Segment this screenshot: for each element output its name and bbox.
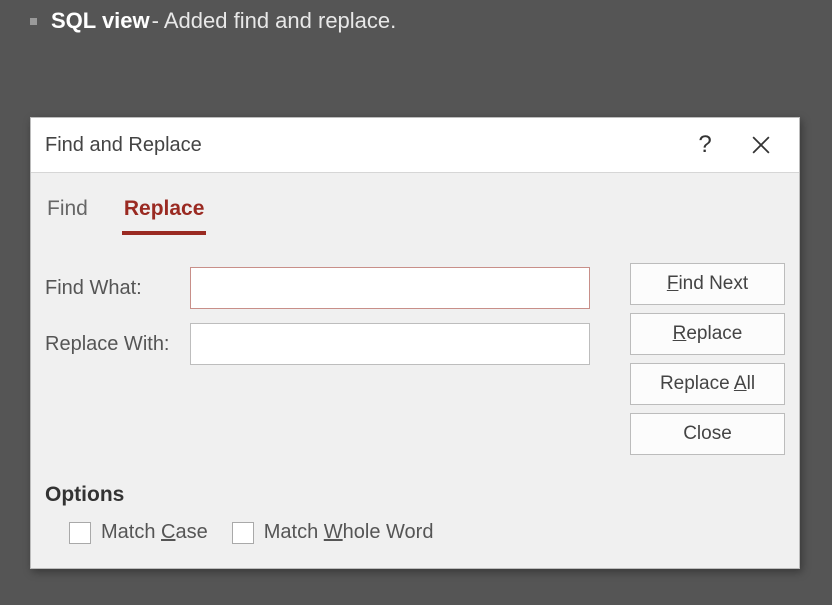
accel: F: [667, 273, 679, 294]
options-heading: Options: [45, 483, 433, 507]
find-replace-dialog: Find and Replace ? Find Replace Find Wha…: [30, 117, 800, 569]
close-icon: [752, 136, 770, 154]
bullet-icon: [30, 18, 37, 25]
replace-with-label: Replace With:: [45, 333, 190, 356]
checkbox-icon: [232, 522, 254, 544]
match-case-checkbox[interactable]: Match Case: [69, 521, 208, 544]
tabs: Find Replace: [31, 173, 799, 235]
find-next-button[interactable]: Find Next: [630, 263, 785, 305]
dialog-title: Find and Replace: [45, 134, 677, 157]
replace-all-button[interactable]: Replace All: [630, 363, 785, 405]
accel: W: [324, 521, 343, 543]
options-checks: Match Case Match Whole Word: [45, 521, 433, 544]
find-what-label: Find What:: [45, 277, 190, 300]
close-button[interactable]: [733, 118, 789, 173]
titlebar: Find and Replace ?: [31, 118, 799, 173]
heading-rest: - Added find and replace.: [152, 8, 397, 34]
help-button[interactable]: ?: [677, 118, 733, 173]
page-heading: SQL view - Added find and replace.: [0, 0, 832, 34]
tab-find[interactable]: Find: [45, 193, 90, 235]
close-dialog-button[interactable]: Close: [630, 413, 785, 455]
match-case-label: Match Case: [101, 521, 208, 544]
button-column: Find Next Replace Replace All Close: [630, 263, 785, 455]
checkbox-icon: [69, 522, 91, 544]
replace-with-input[interactable]: [190, 323, 590, 365]
options-section: Options Match Case Match Whole Word: [45, 483, 433, 544]
accel: A: [734, 373, 747, 394]
accel: C: [161, 521, 175, 543]
heading-bold: SQL view: [51, 8, 150, 34]
match-whole-word-checkbox[interactable]: Match Whole Word: [232, 521, 434, 544]
accel: R: [673, 323, 687, 344]
match-whole-label: Match Whole Word: [264, 521, 434, 544]
tab-replace[interactable]: Replace: [122, 193, 207, 235]
find-what-input[interactable]: [190, 267, 590, 309]
replace-button[interactable]: Replace: [630, 313, 785, 355]
